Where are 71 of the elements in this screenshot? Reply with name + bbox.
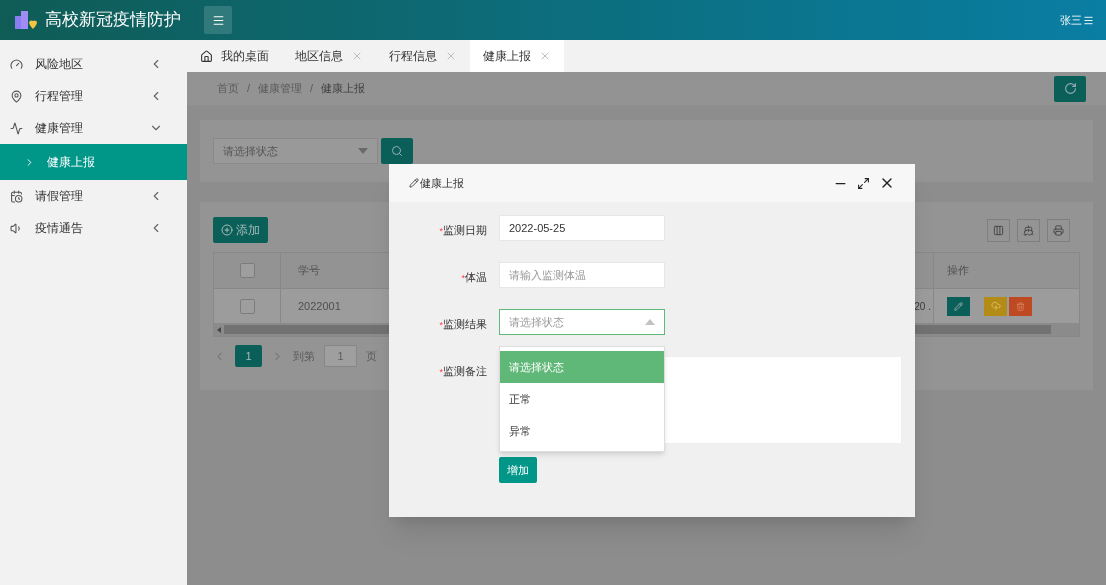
tab[interactable]: 我的桌面 (187, 40, 282, 72)
dialog-title: 健康上报 (420, 175, 465, 191)
app-title: 高校新冠疫情防护 (45, 9, 182, 32)
menu-button[interactable] (204, 6, 232, 34)
maximize-icon[interactable] (857, 176, 870, 190)
refresh-icon (1063, 82, 1077, 95)
input-field[interactable]: 2022-05-25 (499, 215, 665, 241)
table-cell-text: 2022001 (297, 298, 342, 314)
tab-label: 行程信息 (389, 48, 437, 65)
sidebar-item[interactable]: 风险地区 (0, 48, 187, 80)
refresh-button[interactable] (1054, 75, 1086, 102)
logo-icon (13, 8, 37, 32)
cloud-upload-icon (990, 301, 1001, 311)
tab[interactable]: 行程信息 (376, 40, 470, 72)
breadcrumb-item: 健康上报 (321, 81, 366, 97)
submit-button[interactable]: 增加 (499, 457, 537, 484)
field-label: *体温 (461, 270, 487, 285)
sidebar-label: 健康上报 (47, 154, 95, 171)
toolbar-button[interactable] (987, 218, 1010, 242)
sidebar-label: 风险地区 (35, 56, 84, 73)
field-label: *监测日期 (439, 223, 487, 238)
page-button[interactable]: 1 (235, 345, 262, 367)
pencil-icon (409, 178, 419, 188)
sidebar-label: 疫情通告 (35, 220, 84, 237)
printer-icon (1053, 224, 1064, 236)
checkbox[interactable] (239, 298, 255, 314)
calendar-icon (10, 189, 23, 203)
tab[interactable]: 地区信息 (282, 40, 376, 72)
sidebar-subitem[interactable]: 健康上报 (0, 144, 187, 180)
ship-icon (1023, 224, 1034, 236)
toolbar-button[interactable] (1047, 218, 1070, 242)
sidebar-label: 请假管理 (35, 188, 84, 205)
breadcrumb-separator: / (247, 81, 251, 97)
user-name: 张三 (1060, 12, 1082, 28)
sidebar-label: 行程管理 (35, 88, 84, 105)
dropdown-option[interactable]: 异常 (500, 415, 664, 447)
search-button[interactable] (381, 138, 413, 164)
columns-icon (993, 224, 1004, 236)
add-button[interactable]: 添加 (213, 217, 268, 243)
trash-icon (1016, 301, 1025, 311)
sidebar-item[interactable]: 行程管理 (0, 80, 187, 112)
sidebar-item[interactable]: 疫情通告 (0, 212, 187, 244)
sidebar-item[interactable]: 请假管理 (0, 180, 187, 212)
field-label: *监测结果 (439, 317, 487, 332)
upload-button[interactable] (984, 296, 1007, 316)
pencil-icon (954, 301, 963, 311)
tab-label: 我的桌面 (221, 48, 269, 65)
breadcrumb-separator: / (310, 81, 314, 97)
edit-button[interactable] (947, 296, 970, 316)
field-label: *监测备注 (439, 364, 487, 379)
caret-icon (645, 319, 655, 325)
menu-icon (211, 13, 225, 27)
gauge-icon (10, 57, 23, 71)
home-icon (200, 49, 213, 63)
activity-icon (10, 121, 23, 135)
toolbar-button[interactable] (1017, 218, 1040, 242)
dropdown-option[interactable]: 正常 (500, 383, 664, 415)
delete-button[interactable] (1009, 296, 1032, 316)
map-pin-icon (10, 89, 23, 103)
search-icon (391, 145, 403, 157)
tab[interactable]: 健康上报 (470, 40, 564, 72)
dropdown-arrow-icon (358, 148, 368, 154)
sidebar-item[interactable]: 健康管理 (0, 112, 187, 144)
tab-label: 地区信息 (295, 48, 343, 65)
checkbox[interactable] (239, 263, 255, 278)
tab-label: 健康上报 (483, 48, 531, 65)
speaker-icon (10, 221, 23, 235)
table-cell-text: 20 . (914, 299, 932, 314)
menu-icon[interactable] (1083, 14, 1094, 26)
plus-icon (221, 224, 233, 236)
sidebar-label: 健康管理 (35, 120, 84, 137)
